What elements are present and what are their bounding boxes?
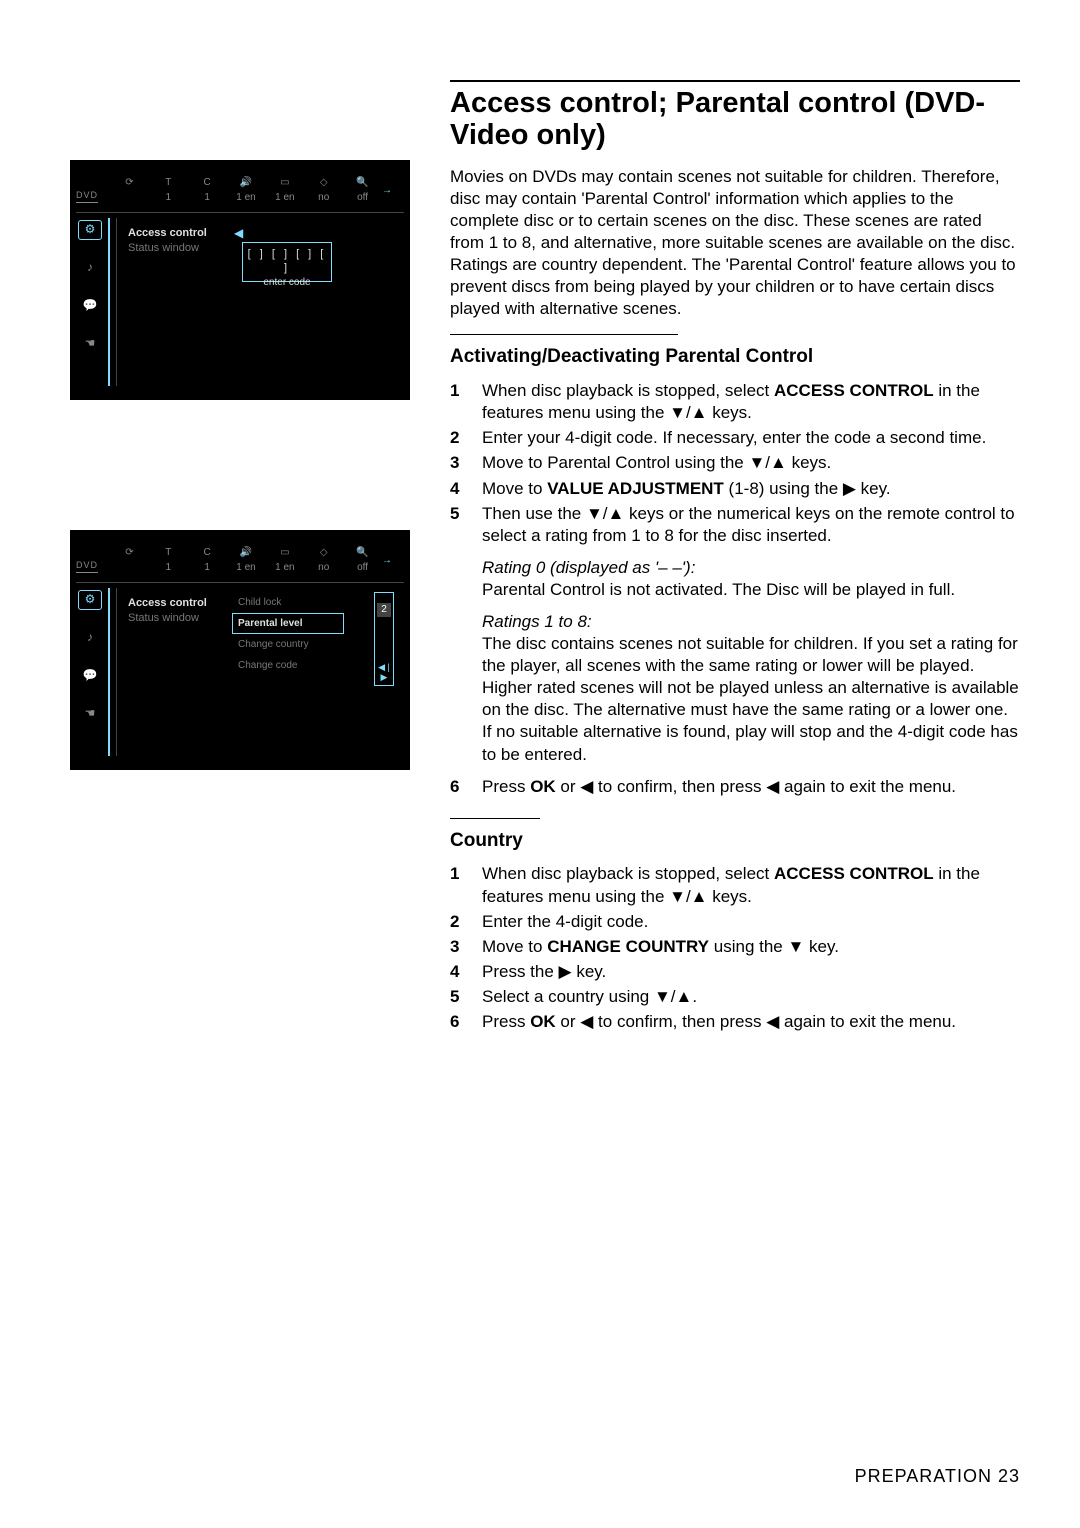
cstep-2: 2 Enter the 4-digit code.: [450, 911, 1020, 933]
title-icon: T: [165, 546, 171, 559]
angle-icon: ⟳: [125, 546, 133, 559]
osd-menu-labels: Access control Status window: [128, 226, 207, 257]
speech-icon: 💬: [78, 296, 102, 316]
step-2: 2 Enter your 4-digit code. If necessary,…: [450, 427, 1020, 449]
tools-icon: ⚙: [78, 590, 102, 610]
osd-dvd-label: DVD: [76, 190, 98, 203]
section-heading-parental: Activating/Deactivating Parental Control: [450, 345, 1020, 370]
zoom-icon: 🔍: [356, 546, 368, 559]
osd-slider-arrows: ◀ |▶: [377, 663, 391, 683]
osd-highlight-bar: [108, 588, 110, 756]
subtitle-icon: ▭: [280, 176, 289, 189]
section-heading-country: Country: [450, 829, 1020, 854]
steps-parental-cont: 6 Press OK or ◀ to confirm, then press ◀…: [450, 776, 1020, 798]
osd-topbar: ⟳ T1 C1 🔊1 en ▭1 en ◇no 🔍off →: [110, 542, 398, 578]
osd-dvd-label: DVD: [76, 560, 98, 573]
zoom-icon: 🔍: [356, 176, 368, 189]
page-title: Access control; Parental control (DVD-Vi…: [450, 88, 1020, 152]
step-4: 4 Move to VALUE ADJUSTMENT (1-8) using t…: [450, 478, 1020, 500]
chapter-icon: C: [204, 546, 211, 559]
cstep-6: 6 Press OK or ◀ to confirm, then press ◀…: [450, 1011, 1020, 1033]
osd-slider-value: 2: [377, 603, 391, 617]
arrow-left-icon: ◀: [234, 226, 243, 242]
osd-topbar: ⟳ T1 C1 🔊1 en ▭1 en ◇no 🔍off →: [110, 172, 398, 208]
angle-icon: ⟳: [125, 176, 133, 189]
osd-item-parental-level: Parental level: [232, 613, 344, 634]
osd-enter-code-box: [ ] [ ] [ ] [ ] enter code: [242, 242, 332, 282]
step-1: 1 When disc playback is stopped, select …: [450, 380, 1020, 424]
osd-divider: [76, 582, 404, 583]
section-rule: [450, 334, 678, 335]
osd-item-change-country: Change country: [232, 634, 344, 655]
step-3: 3 Move to Parental Control using the ▼/▲…: [450, 452, 1020, 474]
osd-item-child-lock: Child lock: [232, 592, 344, 613]
music-icon: ♪: [78, 258, 102, 278]
arrow-right-icon: →: [382, 554, 398, 567]
cstep-5: 5 Select a country using ▼/▲.: [450, 986, 1020, 1008]
osd-divider: [76, 212, 404, 213]
osd-screenshot-parental-level: DVD ⟳ T1 C1 🔊1 en ▭1 en ◇no 🔍off → ⚙ ♪ 💬: [70, 530, 410, 770]
page-footer: PREPARATION 23: [855, 1465, 1020, 1488]
arrow-right-icon: →: [382, 184, 398, 197]
step-5: 5 Then use the ▼/▲ keys or the numerical…: [450, 503, 1020, 547]
hand-icon: ☚: [78, 334, 102, 354]
speech-icon: 💬: [78, 666, 102, 686]
cstep-3: 3 Move to CHANGE COUNTRY using the ▼ key…: [450, 936, 1020, 958]
osd-menu-labels: Access control Status window: [128, 596, 207, 627]
tools-icon: ⚙: [78, 220, 102, 240]
osd-rating-slider: 2 ◀ |▶: [374, 592, 394, 686]
steps-parental: 1 When disc playback is stopped, select …: [450, 380, 1020, 547]
rating-0-block: Rating 0 (displayed as '– –'): Parental …: [482, 557, 1020, 601]
music-icon: ♪: [78, 628, 102, 648]
subtitle-icon: ▭: [280, 546, 289, 559]
title-icon: T: [165, 176, 171, 189]
osd-highlight-bar: [108, 218, 110, 386]
fav-icon: ◇: [320, 176, 328, 189]
rating-1-8-block: Ratings 1 to 8: The disc contains scenes…: [482, 611, 1020, 766]
osd-sidebar: ⚙ ♪ 💬 ☚: [76, 220, 104, 354]
osd-item-change-code: Change code: [232, 655, 344, 676]
osd-screenshot-enter-code: DVD ⟳ T1 C1 🔊1 en ▭1 en ◇no 🔍off → ⚙ ♪ 💬: [70, 160, 410, 400]
hand-icon: ☚: [78, 704, 102, 724]
fav-icon: ◇: [320, 546, 328, 559]
osd-sidebar: ⚙ ♪ 💬 ☚: [76, 590, 104, 724]
chapter-icon: C: [204, 176, 211, 189]
audio-icon: 🔊: [240, 546, 252, 559]
osd-submenu: Child lock Parental level Change country…: [232, 592, 344, 676]
cstep-4: 4 Press the ▶ key.: [450, 961, 1020, 983]
top-rule: [450, 80, 1020, 82]
section-rule-country: [450, 818, 540, 819]
step-6: 6 Press OK or ◀ to confirm, then press ◀…: [450, 776, 1020, 798]
audio-icon: 🔊: [240, 176, 252, 189]
cstep-1: 1 When disc playback is stopped, select …: [450, 863, 1020, 907]
intro-paragraph: Movies on DVDs may contain scenes not su…: [450, 166, 1020, 321]
steps-country: 1 When disc playback is stopped, select …: [450, 863, 1020, 1033]
